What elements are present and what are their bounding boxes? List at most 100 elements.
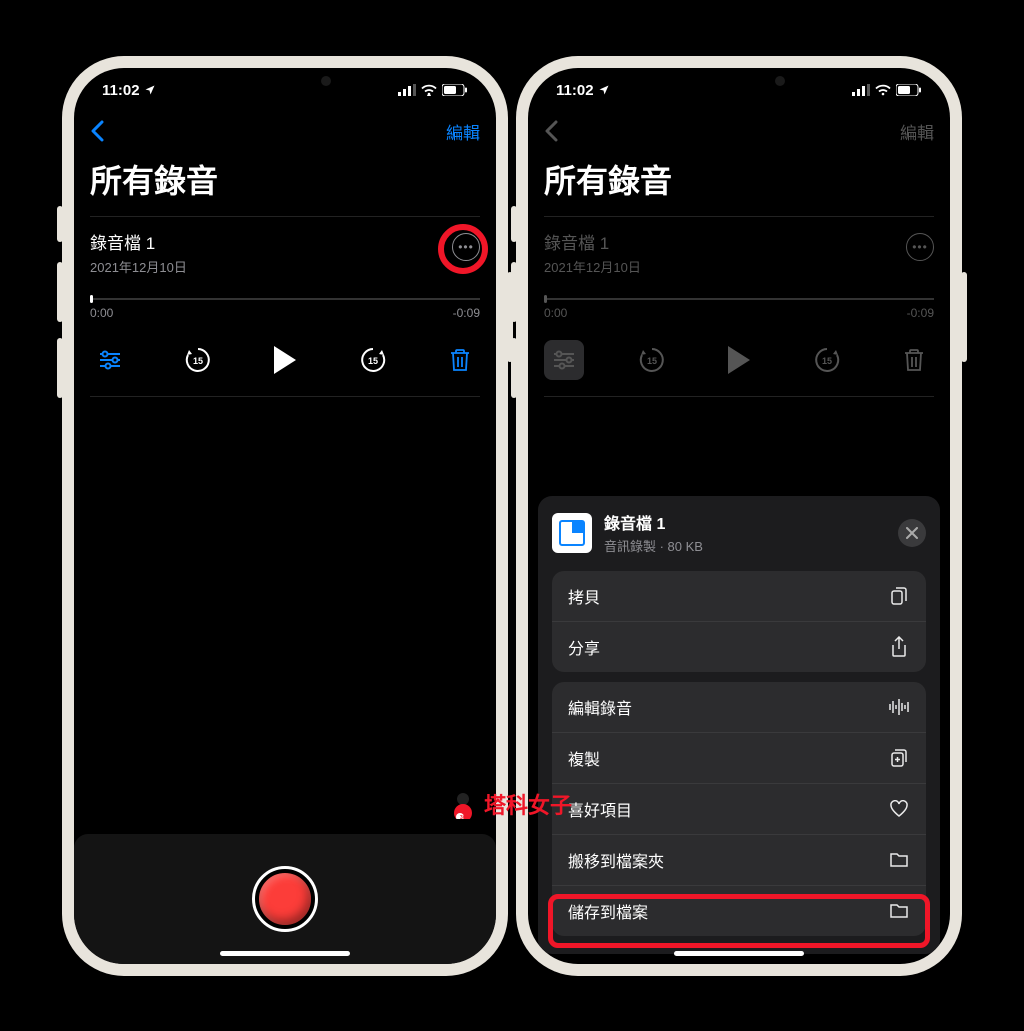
edit-button[interactable]: 編輯	[446, 119, 480, 144]
power-button	[961, 272, 967, 362]
more-options-button: •••	[906, 233, 934, 261]
page-title: 所有錄音	[90, 156, 480, 202]
status-time: 11:02	[556, 82, 594, 99]
watermark-text: 塔科女子	[484, 788, 572, 820]
notch	[649, 68, 829, 96]
wifi-icon	[875, 84, 891, 96]
screen-right: 11:02	[528, 68, 950, 964]
time-elapsed: 0:00	[544, 306, 567, 320]
share-icon	[888, 636, 910, 658]
play-button[interactable]	[265, 340, 305, 380]
watermark-avatar-icon: 3C	[448, 789, 478, 819]
location-arrow-icon	[144, 84, 156, 96]
skip-back-button[interactable]: 15	[178, 340, 218, 380]
time-elapsed: 0:00	[90, 306, 113, 320]
menu-group-1: 拷貝 分享	[552, 571, 926, 672]
menu-edit-recording[interactable]: 編輯錄音	[552, 682, 926, 733]
duplicate-icon	[888, 748, 910, 768]
settings-button[interactable]	[90, 340, 130, 380]
menu-copy-label: 拷貝	[568, 584, 600, 608]
waveform-icon	[888, 698, 910, 716]
record-dock	[74, 834, 496, 964]
volume-up-button	[511, 262, 517, 322]
chevron-left-icon	[90, 120, 104, 142]
folder-icon	[888, 852, 910, 868]
heart-icon	[888, 800, 910, 818]
skip-forward-icon: 15	[358, 345, 388, 375]
mute-switch	[57, 206, 63, 242]
more-options-button[interactable]: •••	[452, 233, 480, 261]
sheet-close-button[interactable]	[898, 519, 926, 547]
skip-forward-icon: 15	[812, 345, 842, 375]
recording-item[interactable]: 錄音檔 1 2021年12月10日 •••	[90, 216, 480, 276]
edit-button: 編輯	[900, 119, 934, 144]
menu-save-to-files[interactable]: 儲存到檔案	[552, 886, 926, 936]
play-button	[719, 340, 759, 380]
location-arrow-icon	[598, 84, 610, 96]
cellular-icon	[852, 84, 870, 96]
skip-back-icon: 15	[183, 345, 213, 375]
menu-move-to-folder-label: 搬移到檔案夾	[568, 848, 664, 872]
timeline: 0:00 -0:09	[544, 298, 934, 320]
timeline-track[interactable]	[90, 298, 480, 300]
copy-doc-icon	[888, 586, 910, 606]
sheet-header: 錄音檔 1 音訊錄製 · 80 KB	[552, 510, 926, 555]
recording-date: 2021年12月10日	[90, 257, 480, 276]
skip-forward-button: 15	[807, 340, 847, 380]
skip-back-button: 15	[632, 340, 672, 380]
svg-text:3C: 3C	[460, 815, 467, 819]
page-title: 所有錄音	[544, 156, 934, 202]
back-button[interactable]	[90, 120, 104, 142]
ellipsis-icon: •••	[458, 240, 474, 254]
record-button[interactable]	[255, 869, 315, 929]
sheet-file-meta: 音訊錄製 · 80 KB	[604, 536, 886, 555]
status-time: 11:02	[102, 82, 140, 99]
folder-icon	[888, 903, 910, 919]
notch	[195, 68, 375, 96]
home-indicator[interactable]	[674, 951, 804, 956]
recording-date: 2021年12月10日	[544, 257, 934, 276]
back-button	[544, 120, 558, 142]
delete-button	[894, 340, 934, 380]
phone-right-frame: 11:02	[516, 56, 962, 976]
menu-favorite[interactable]: 喜好項目	[552, 784, 926, 835]
recording-name: 錄音檔 1	[90, 229, 480, 254]
trash-icon	[449, 348, 471, 372]
phone-left-frame: 11:02	[62, 56, 508, 976]
watermark: 3C 塔科女子	[448, 788, 572, 820]
skip-forward-button[interactable]: 15	[353, 340, 393, 380]
menu-copy[interactable]: 拷貝	[552, 571, 926, 622]
recording-name: 錄音檔 1	[544, 229, 934, 254]
file-thumbnail	[552, 513, 592, 553]
delete-button[interactable]	[440, 340, 480, 380]
playback-controls: 15 15	[544, 340, 934, 397]
playback-controls: 15 15	[90, 340, 480, 397]
menu-duplicate-label: 複製	[568, 746, 600, 770]
battery-icon	[442, 84, 468, 96]
menu-duplicate[interactable]: 複製	[552, 733, 926, 784]
home-indicator[interactable]	[220, 951, 350, 956]
action-sheet: 錄音檔 1 音訊錄製 · 80 KB 拷貝 分享	[538, 496, 940, 954]
play-icon	[274, 346, 296, 374]
svg-text:15: 15	[192, 356, 202, 366]
menu-favorite-label: 喜好項目	[568, 797, 632, 821]
sliders-icon	[98, 350, 122, 370]
recording-item: 錄音檔 1 2021年12月10日 •••	[544, 216, 934, 276]
nav-bar: 編輯	[544, 112, 934, 150]
time-remaining: -0:09	[907, 306, 934, 320]
screen-left: 11:02	[74, 68, 496, 964]
menu-group-2: 編輯錄音 複製 喜好項目	[552, 682, 926, 936]
menu-move-to-folder[interactable]: 搬移到檔案夾	[552, 835, 926, 886]
menu-share-label: 分享	[568, 635, 600, 659]
svg-text:15: 15	[367, 356, 377, 366]
nav-bar: 編輯	[90, 112, 480, 150]
chevron-left-icon	[544, 120, 558, 142]
sheet-file-name: 錄音檔 1	[604, 510, 886, 534]
menu-save-to-files-label: 儲存到檔案	[568, 899, 648, 923]
cellular-icon	[398, 84, 416, 96]
timeline[interactable]: 0:00 -0:09	[90, 298, 480, 320]
menu-share[interactable]: 分享	[552, 622, 926, 672]
trash-icon	[903, 348, 925, 372]
close-icon	[906, 527, 918, 539]
play-icon	[728, 346, 750, 374]
